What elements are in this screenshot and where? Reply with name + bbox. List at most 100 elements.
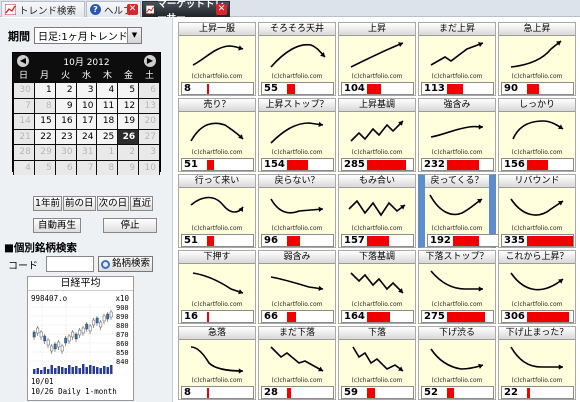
- pattern-cell[interactable]: 上昇基調 (c)chartfolio.com 285: [338, 98, 416, 172]
- pattern-line: [270, 43, 326, 68]
- pattern-cell[interactable]: もみ合い (c)chartfolio.com 157: [338, 174, 416, 248]
- calendar-day[interactable]: 4: [97, 83, 118, 98]
- calendar-day[interactable]: 16: [55, 114, 76, 129]
- pattern-cell[interactable]: 急上昇 (c)chartfolio.com 90: [498, 22, 576, 96]
- calendar-day[interactable]: 4: [14, 160, 34, 175]
- calendar-day[interactable]: 29: [34, 145, 55, 160]
- pattern-title: リバウンド: [499, 175, 575, 188]
- pattern-count-box: 16: [181, 310, 254, 323]
- pattern-cell[interactable]: 下落基調 (c)chartfolio.com 164: [338, 250, 416, 324]
- pattern-cell[interactable]: 弱含み (c)chartfolio.com 66: [258, 250, 336, 324]
- pattern-cell[interactable]: まだ下落 (c)chartfolio.com 28: [258, 326, 336, 400]
- calendar-day[interactable]: 27: [139, 129, 159, 144]
- calendar-day[interactable]: 15: [34, 114, 55, 129]
- pattern-cell[interactable]: そろそろ天井 (c)chartfolio.com 55: [258, 22, 336, 96]
- calendar-day[interactable]: 13: [139, 98, 159, 113]
- calendar-day[interactable]: 8: [97, 160, 118, 175]
- prev-year-button[interactable]: 1年前: [33, 196, 63, 211]
- calendar-day[interactable]: 24: [76, 129, 97, 144]
- nikkei-volume-bar: [103, 366, 106, 374]
- calendar-day[interactable]: 28: [14, 145, 34, 160]
- calendar-day[interactable]: 18: [97, 114, 118, 129]
- autoplay-button[interactable]: 自動再生: [33, 218, 81, 233]
- nikkei-title: 日経平均: [28, 277, 133, 291]
- pattern-cell[interactable]: 上昇 (c)chartfolio.com 104: [338, 22, 416, 96]
- calendar-day[interactable]: 7: [14, 98, 34, 113]
- calendar-day[interactable]: 30: [14, 83, 34, 98]
- stop-button[interactable]: 停止: [103, 218, 157, 233]
- calendar-day[interactable]: 21: [14, 129, 34, 144]
- calendar-day[interactable]: 6: [139, 83, 159, 98]
- pattern-count: 335: [504, 235, 525, 246]
- pattern-cell[interactable]: 戻らない？ (c)chartfolio.com 96: [258, 174, 336, 248]
- calendar-day[interactable]: 8: [34, 98, 55, 113]
- pattern-cell[interactable]: 下落 (c)chartfolio.com 59: [338, 326, 416, 400]
- calendar-day-selected[interactable]: 26: [118, 129, 139, 144]
- pattern-cell[interactable]: 下押す (c)chartfolio.com 16: [178, 250, 256, 324]
- pattern-cell[interactable]: 売り？ (c)chartfolio.com 51: [178, 98, 256, 172]
- chevron-down-icon[interactable]: ▼: [127, 28, 141, 43]
- calendar-day[interactable]: 9: [118, 160, 139, 175]
- pattern-shape-icon: [510, 272, 564, 291]
- pattern-cell[interactable]: まだ上昇 (c)chartfolio.com 113: [418, 22, 496, 96]
- chart-icon: [5, 4, 16, 15]
- prev-month-icon[interactable]: ◀: [17, 55, 29, 67]
- pattern-cell[interactable]: 急落 (c)chartfolio.com 8: [178, 326, 256, 400]
- period-select[interactable]: 日足:1ヶ月トレンド ▼: [34, 27, 142, 44]
- calendar-day[interactable]: 14: [14, 114, 34, 129]
- calendar-day[interactable]: 1: [34, 83, 55, 98]
- pattern-cell[interactable]: しっかり (c)chartfolio.com 156: [498, 98, 576, 172]
- calendar-day[interactable]: 20: [139, 114, 159, 129]
- calendar-day[interactable]: 10: [76, 98, 97, 113]
- pattern-cell[interactable]: 行って来い (c)chartfolio.com 51: [178, 174, 256, 248]
- calendar-day[interactable]: 7: [76, 160, 97, 175]
- calendar-day[interactable]: 22: [34, 129, 55, 144]
- pattern-cell[interactable]: 上昇ストップ？ (c)chartfolio.com 154: [258, 98, 336, 172]
- pattern-count: 55: [264, 83, 278, 94]
- calendar-day[interactable]: 10: [139, 160, 159, 175]
- calendar-day[interactable]: 23: [55, 129, 76, 144]
- calendar-day[interactable]: 6: [55, 160, 76, 175]
- calendar-day[interactable]: 5: [34, 160, 55, 175]
- pattern-cell[interactable]: 下げ止まった？ (c)chartfolio.com 22: [498, 326, 576, 400]
- calendar-day[interactable]: 5: [118, 83, 139, 98]
- tab-help[interactable]: ? ヘルプ ✕: [86, 1, 141, 17]
- latest-button[interactable]: 直近: [130, 196, 154, 211]
- tab-market-tracer[interactable]: マーケットトレーサー ✕: [142, 0, 230, 24]
- pattern-cell[interactable]: 上昇一服 (c)chartfolio.com 8: [178, 22, 256, 96]
- calendar-day[interactable]: 17: [76, 114, 97, 129]
- pattern-cell[interactable]: 強含み (c)chartfolio.com 232: [418, 98, 496, 172]
- calendar-day[interactable]: 30: [55, 145, 76, 160]
- close-icon[interactable]: ✕: [216, 4, 227, 15]
- code-input[interactable]: [46, 256, 94, 272]
- close-icon[interactable]: ✕: [127, 4, 138, 15]
- calendar-day[interactable]: 1: [97, 145, 118, 160]
- calendar-day[interactable]: 2: [118, 145, 139, 160]
- watermark: (c)chartfolio.com: [431, 301, 483, 308]
- calendar-day[interactable]: 3: [139, 145, 159, 160]
- calendar-day[interactable]: 11: [97, 98, 118, 113]
- calendar-day[interactable]: 25: [97, 129, 118, 144]
- pattern-cell[interactable]: 下落ストップ？ (c)chartfolio.com 275: [418, 250, 496, 324]
- arrow-head-icon: [478, 286, 483, 292]
- pattern-cell[interactable]: 戻ってくる？ (c)chartfolio.com 192: [418, 174, 500, 248]
- next-month-icon[interactable]: ▶: [144, 55, 156, 67]
- calendar-day[interactable]: 31: [76, 145, 97, 160]
- stock-search-button[interactable]: 銘柄検索: [98, 256, 154, 272]
- prev-day-button[interactable]: 前の日: [63, 196, 96, 211]
- pattern-cell[interactable]: 下げ渋る (c)chartfolio.com 52: [418, 326, 496, 400]
- nikkei-ytick-label: 880: [116, 322, 129, 330]
- pattern-cell[interactable]: これから上昇？ (c)chartfolio.com 306: [498, 250, 576, 324]
- nikkei-candle: [67, 335, 71, 342]
- calendar-day[interactable]: 3: [76, 83, 97, 98]
- nikkei-candle: [53, 343, 57, 350]
- next-day-button[interactable]: 次の日: [96, 196, 130, 211]
- calendar-day[interactable]: 2: [55, 83, 76, 98]
- calendar-day[interactable]: 19: [118, 114, 139, 129]
- calendar-day[interactable]: 9: [55, 98, 76, 113]
- code-search-row: コード 銘柄検索: [8, 256, 154, 272]
- calendar-day[interactable]: 12: [118, 98, 139, 113]
- pattern-cell[interactable]: リバウンド (c)chartfolio.com 335: [498, 174, 576, 248]
- pattern-shape-icon: [510, 346, 563, 370]
- tab-trend-search[interactable]: トレンド検索: [1, 1, 85, 17]
